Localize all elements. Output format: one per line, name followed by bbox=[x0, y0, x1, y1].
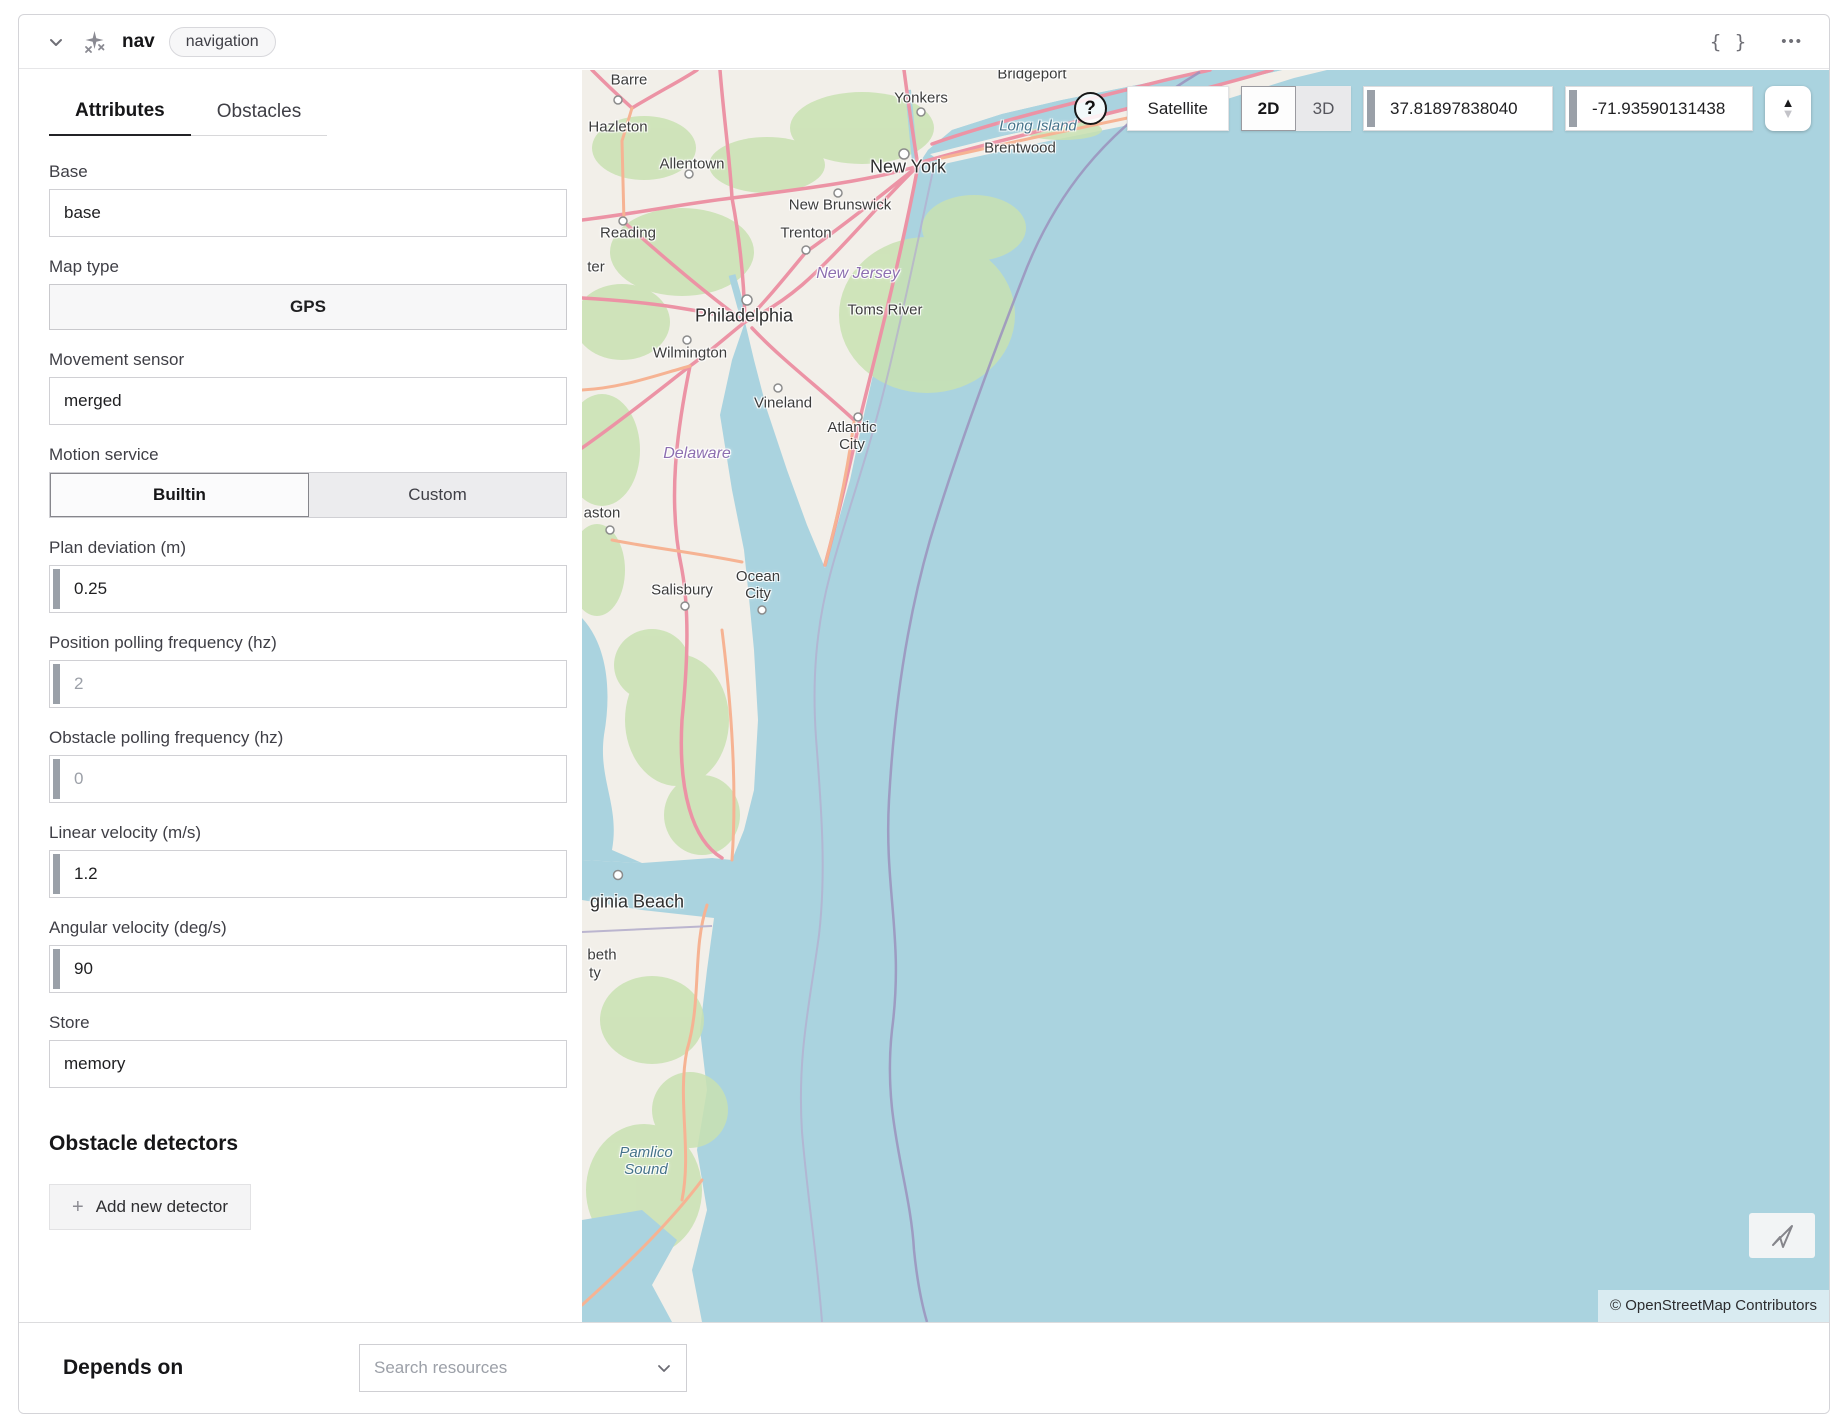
base-field: Base bbox=[49, 162, 567, 237]
resource-type-badge: navigation bbox=[169, 27, 276, 57]
motion-service-field: Motion service Builtin Custom bbox=[49, 445, 567, 518]
store-label: Store bbox=[49, 1013, 567, 1033]
movement-sensor-input[interactable] bbox=[50, 378, 566, 424]
map-type-gps-button[interactable]: GPS bbox=[49, 284, 567, 330]
depends-on-footer: Depends on Search resources bbox=[19, 1322, 1829, 1413]
linear-velocity-input[interactable] bbox=[50, 851, 566, 897]
plan-deviation-input[interactable] bbox=[50, 566, 566, 612]
mode-2d-button[interactable]: 2D bbox=[1241, 86, 1296, 131]
resource-card: nav navigation { } ••• Attributes Obstac… bbox=[18, 14, 1830, 1414]
depends-on-select[interactable]: Search resources bbox=[359, 1344, 687, 1392]
dimension-toggle: 2D 3D bbox=[1241, 86, 1351, 131]
obstacle-polling-input[interactable] bbox=[50, 756, 566, 802]
store-input[interactable] bbox=[50, 1041, 566, 1087]
map-tiles bbox=[582, 70, 1829, 1322]
movement-sensor-field: Movement sensor bbox=[49, 350, 567, 425]
plan-deviation-field: Plan deviation (m) bbox=[49, 538, 567, 613]
overflow-menu-icon[interactable]: ••• bbox=[1781, 33, 1803, 50]
movement-sensor-label: Movement sensor bbox=[49, 350, 567, 370]
base-input[interactable] bbox=[50, 190, 566, 236]
position-polling-input[interactable] bbox=[50, 661, 566, 707]
help-icon[interactable]: ? bbox=[1074, 92, 1107, 125]
collapse-chevron-icon[interactable] bbox=[45, 31, 67, 53]
angular-velocity-input[interactable] bbox=[50, 946, 566, 992]
depends-on-heading: Depends on bbox=[63, 1356, 183, 1380]
map-canvas[interactable]: BarreHazletonYonkersBridgeportLong Islan… bbox=[582, 70, 1829, 1322]
position-polling-label: Position polling frequency (hz) bbox=[49, 633, 567, 653]
obstacle-polling-label: Obstacle polling frequency (hz) bbox=[49, 728, 567, 748]
angular-velocity-label: Angular velocity (deg/s) bbox=[49, 918, 567, 938]
motion-service-custom-option[interactable]: Custom bbox=[309, 473, 566, 517]
position-polling-field: Position polling frequency (hz) bbox=[49, 633, 567, 708]
depends-on-placeholder: Search resources bbox=[374, 1358, 656, 1378]
plan-deviation-label: Plan deviation (m) bbox=[49, 538, 567, 558]
longitude-field bbox=[1565, 86, 1753, 131]
plus-icon: + bbox=[72, 1196, 84, 1219]
base-label: Base bbox=[49, 162, 567, 182]
longitude-input[interactable] bbox=[1566, 87, 1752, 130]
card-header: nav navigation { } ••• bbox=[19, 15, 1829, 69]
linear-velocity-label: Linear velocity (m/s) bbox=[49, 823, 567, 843]
angular-velocity-field: Angular velocity (deg/s) bbox=[49, 918, 567, 993]
add-detector-button[interactable]: + Add new detector bbox=[49, 1184, 251, 1230]
obstacle-polling-field: Obstacle polling frequency (hz) bbox=[49, 728, 567, 803]
add-detector-label: Add new detector bbox=[96, 1197, 228, 1217]
attributes-panel: Attributes Obstacles Base Map type GPS M… bbox=[19, 70, 582, 1322]
map-controls: ? Satellite 2D 3D ▲ ▼ bbox=[1074, 86, 1811, 131]
latitude-field bbox=[1363, 86, 1553, 131]
step-down-icon: ▼ bbox=[1782, 109, 1795, 119]
tab-obstacles[interactable]: Obstacles bbox=[191, 92, 327, 136]
motion-service-builtin-option[interactable]: Builtin bbox=[50, 473, 309, 517]
json-mode-icon[interactable]: { } bbox=[1710, 31, 1747, 53]
coordinate-stepper[interactable]: ▲ ▼ bbox=[1765, 86, 1811, 131]
tab-attributes[interactable]: Attributes bbox=[49, 92, 191, 136]
store-field: Store bbox=[49, 1013, 567, 1088]
obstacle-detectors-heading: Obstacle detectors bbox=[49, 1132, 567, 1156]
chevron-down-icon bbox=[656, 1360, 672, 1376]
map-type-label: Map type bbox=[49, 257, 567, 277]
latitude-input[interactable] bbox=[1364, 87, 1552, 130]
map-type-field: Map type GPS bbox=[49, 257, 567, 330]
navigation-arrow-icon bbox=[1769, 1223, 1795, 1249]
satellite-toggle-button[interactable]: Satellite bbox=[1127, 86, 1229, 131]
recenter-button[interactable] bbox=[1749, 1213, 1815, 1258]
tab-bar: Attributes Obstacles bbox=[49, 92, 567, 136]
map-attribution: © OpenStreetMap Contributors bbox=[1598, 1290, 1829, 1322]
mode-3d-button[interactable]: 3D bbox=[1296, 86, 1351, 131]
linear-velocity-field: Linear velocity (m/s) bbox=[49, 823, 567, 898]
service-sparkle-icon bbox=[81, 28, 108, 55]
resource-title: nav bbox=[122, 31, 155, 53]
motion-service-label: Motion service bbox=[49, 445, 567, 465]
